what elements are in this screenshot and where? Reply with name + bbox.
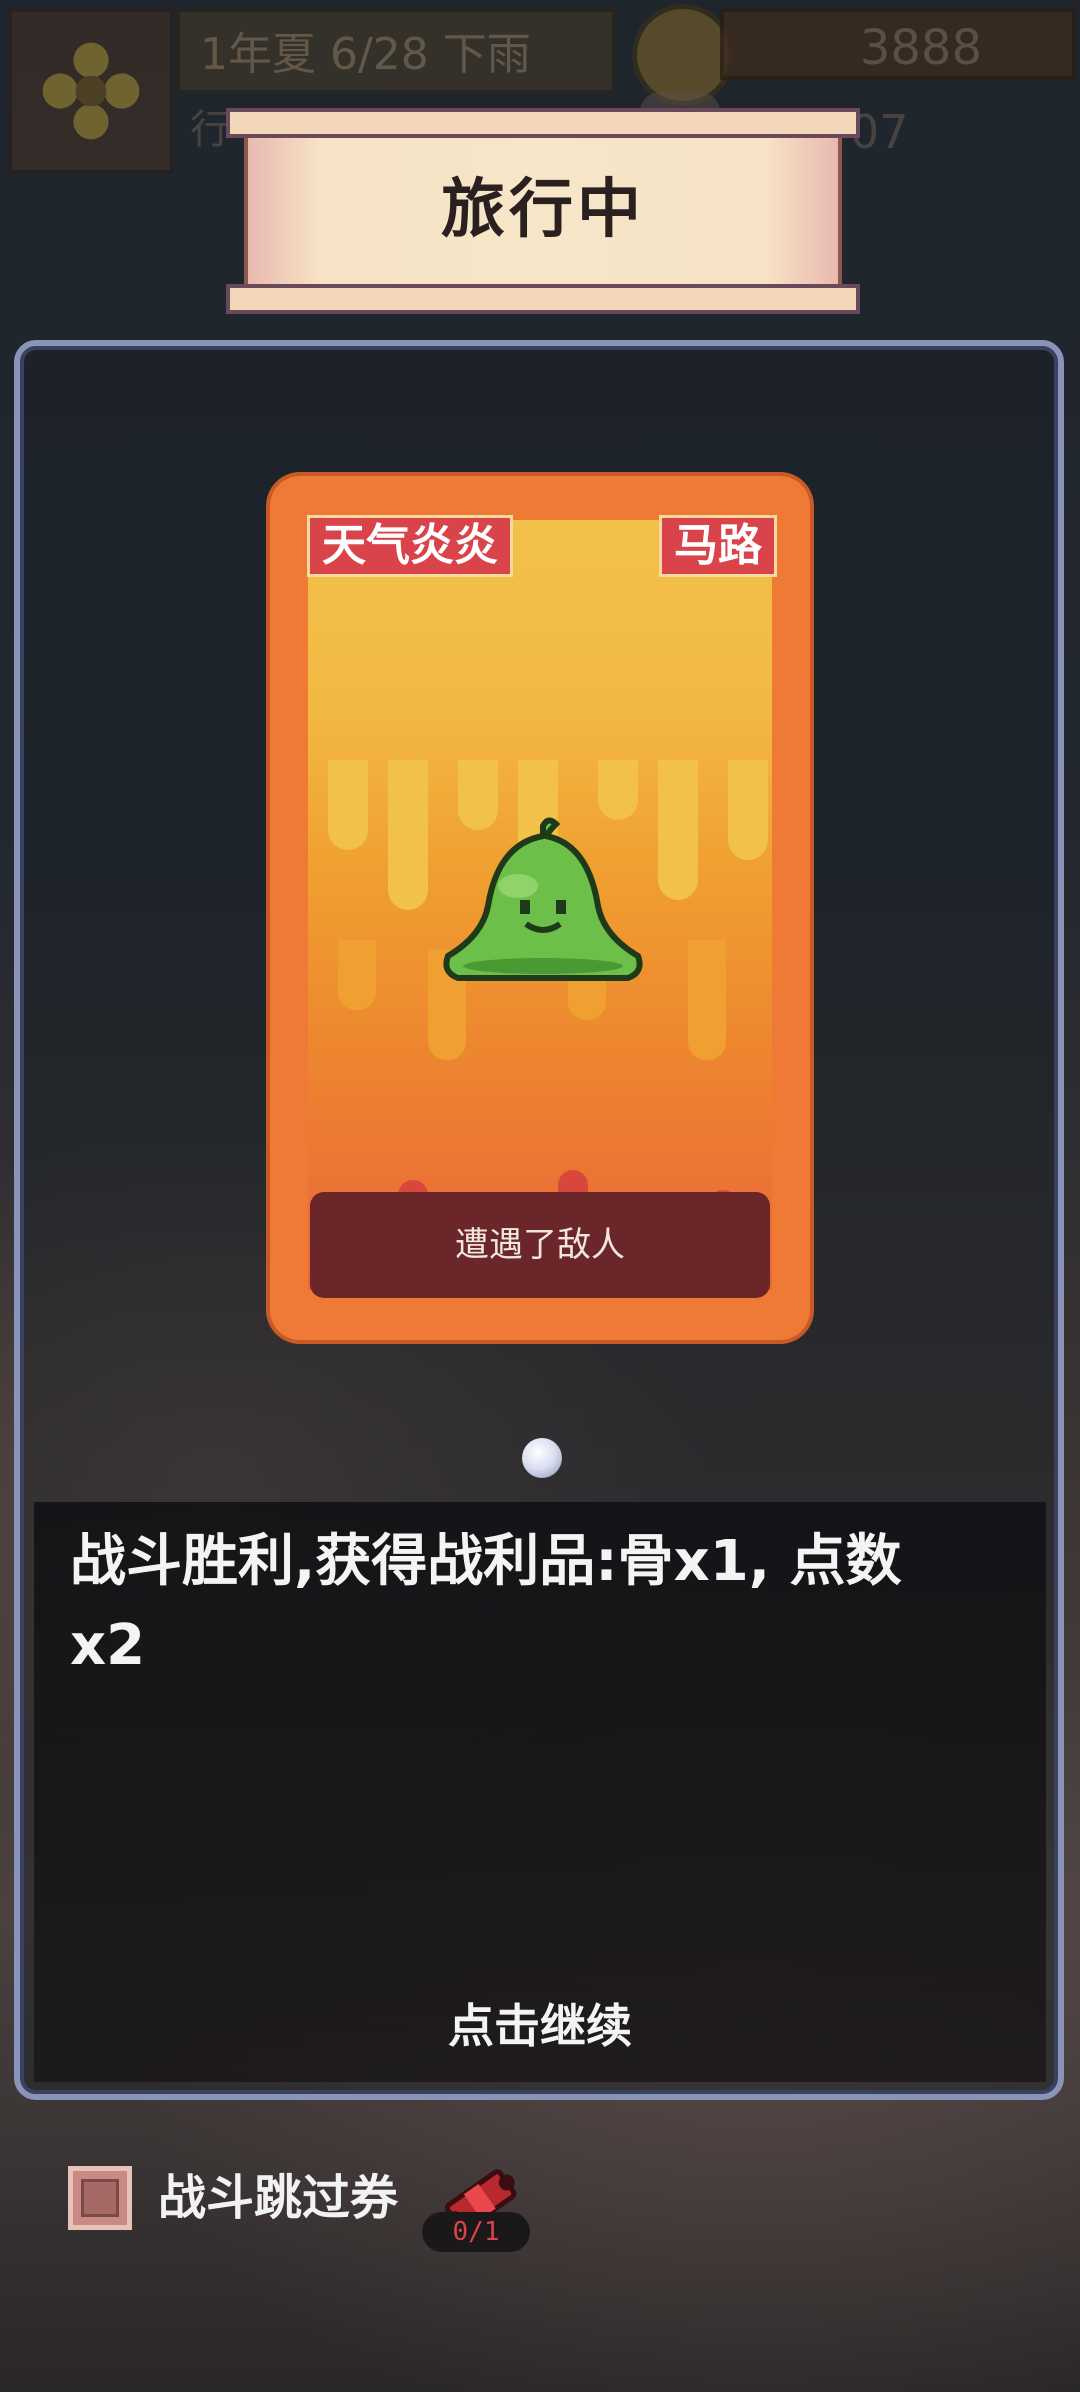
location-tag: 马路 bbox=[662, 518, 774, 574]
title-scroll: 旅行中 bbox=[226, 108, 860, 314]
event-card[interactable]: 天气炎炎 马路 遭遇了敌人 bbox=[270, 476, 810, 1340]
battle-result-message: 战斗胜利,获得战利品:骨x1, 点数x2 bbox=[70, 1529, 902, 1678]
date-weather-display: 1年夏 6/28 下雨 bbox=[176, 8, 616, 94]
drip-decor bbox=[338, 940, 376, 1010]
checkbox-box bbox=[81, 2179, 119, 2217]
flower-icon bbox=[42, 42, 140, 140]
drip-decor bbox=[728, 760, 768, 860]
skip-ticket-checkbox[interactable] bbox=[68, 2166, 132, 2230]
scroll-roll-top bbox=[226, 108, 860, 138]
skip-ticket-label: 战斗跳过券 bbox=[158, 2170, 399, 2226]
drip-decor bbox=[328, 760, 368, 850]
weather-tag: 天气炎炎 bbox=[310, 518, 510, 574]
page-title: 旅行中 bbox=[441, 173, 645, 247]
green-slime-icon bbox=[443, 817, 643, 981]
coin-icon bbox=[632, 4, 734, 106]
scroll-roll-bottom bbox=[226, 284, 860, 314]
drip-decor bbox=[598, 760, 638, 820]
tap-to-continue-button[interactable]: 点击继续 bbox=[0, 1990, 1080, 2056]
hud-emblem[interactable] bbox=[8, 8, 174, 174]
drip-decor bbox=[688, 940, 726, 1060]
skip-ticket-count: 0/1 bbox=[422, 2212, 530, 2252]
money-display: 3888 bbox=[720, 8, 1076, 80]
event-banner: 遭遇了敌人 bbox=[310, 1192, 770, 1298]
secondary-counter: 07 bbox=[850, 105, 909, 159]
drip-decor bbox=[388, 760, 428, 910]
drip-decor bbox=[658, 760, 698, 900]
pearl-icon bbox=[522, 1438, 562, 1478]
